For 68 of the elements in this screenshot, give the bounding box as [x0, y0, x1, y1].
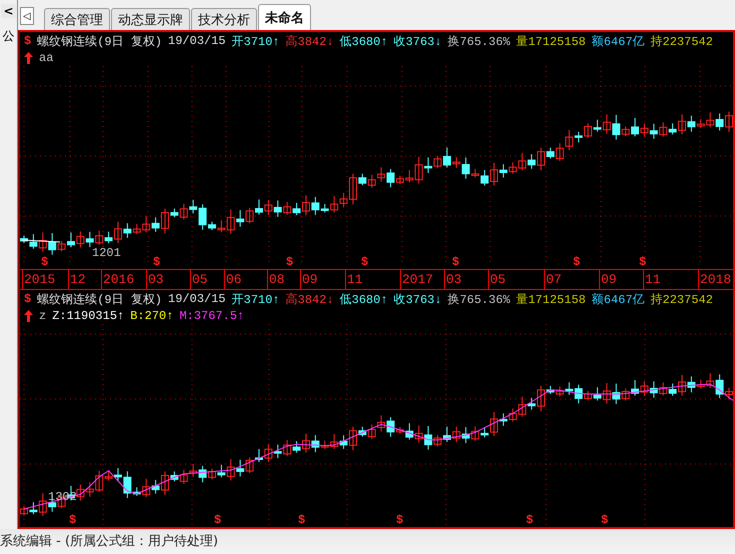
axis-label: 03 [444, 270, 462, 289]
up-arrow-icon [24, 52, 33, 64]
quote-field: 持2237542 [650, 32, 713, 50]
axis-label: 09 [599, 270, 617, 289]
signal-mark: $ [298, 514, 306, 527]
signal-mark: $ [396, 514, 404, 527]
status-text: 系统编辑 - (所属公式组：用户待处理) [0, 529, 735, 554]
indicator-value: aa [39, 51, 54, 65]
tab[interactable]: 动态显示牌 [111, 8, 190, 30]
quote-field: 低3680↑ [340, 32, 388, 50]
axis-label: 2017 [400, 270, 434, 289]
signal-mark: $ [361, 256, 368, 269]
indicator-value: M:3767.5↑ [179, 309, 244, 323]
signal-mark: $ [573, 256, 580, 269]
tab[interactable]: 未命名 [258, 4, 311, 30]
quote-field: 开3710↑ [232, 32, 280, 50]
quote-field: 低3680↑ [340, 290, 388, 308]
indicator-value: z [39, 309, 46, 323]
axis-label: 2015 [22, 270, 56, 289]
axis-label: 11 [643, 270, 661, 289]
signal-mark: $ [214, 514, 222, 527]
quote-field: 高3842↓ [286, 290, 334, 308]
quote-field: 额6467亿 [592, 290, 645, 308]
quote-field: 螺纹钢连续(9日 复权) [37, 290, 162, 308]
low-price-label: 1201 [92, 246, 121, 260]
axis-label: 12 [68, 270, 86, 289]
quote-field: 收3763↓ [394, 32, 442, 50]
axis-label: 08 [267, 270, 285, 289]
up-arrow-icon [24, 310, 33, 322]
panel-label: 公 [2, 28, 14, 45]
axis-label: 09 [300, 270, 318, 289]
signal-mark: $ [639, 256, 646, 269]
signal-mark: $ [526, 514, 534, 527]
quote-field: 量17125158 [516, 32, 586, 50]
price-line [22, 240, 60, 242]
quote-field: 19/03/15 [168, 34, 226, 48]
quote-field: 高3842↓ [286, 32, 334, 50]
quote-field: 收3763↓ [394, 290, 442, 308]
signal-mark: $ [452, 256, 460, 269]
signal-mark: $ [24, 34, 32, 48]
axis-label: 2018 [698, 270, 732, 289]
indicator-value: B:270↑ [130, 309, 174, 323]
tab[interactable]: 综合管理 [44, 8, 110, 30]
signal-mark: $ [69, 514, 76, 527]
signal-mark: $ [41, 256, 48, 269]
axis-label: 06 [224, 270, 242, 289]
quote-field: 开3710↑ [232, 290, 280, 308]
signal-mark: $ [286, 256, 294, 269]
quote-field: 19/03/15 [168, 292, 226, 306]
signal-mark: $ [153, 256, 160, 269]
axis-label: 05 [190, 270, 208, 289]
signal-mark: $ [601, 514, 608, 527]
collapse-button[interactable]: < [1, 4, 16, 18]
quote-field: 换765.36% [448, 32, 510, 50]
quote-field: 额6467亿 [592, 32, 645, 50]
quote-field: 螺纹钢连续(9日 复权) [37, 32, 162, 50]
indicator-value: Z:1190315↑ [52, 309, 124, 323]
axis-label: 11 [345, 270, 363, 289]
axis-label: 07 [544, 270, 562, 289]
scroll-left-button[interactable]: ◁ [20, 7, 34, 25]
signal-mark: $ [24, 292, 32, 306]
quote-field: 换765.36% [448, 290, 510, 308]
quote-field: 量17125158 [516, 290, 586, 308]
quote-field: 持2237542 [650, 290, 713, 308]
axis-label: 2016 [101, 270, 134, 289]
tab[interactable]: 技术分析 [191, 8, 257, 30]
axis-label: 05 [488, 270, 506, 289]
axis-label: 03 [146, 270, 164, 289]
